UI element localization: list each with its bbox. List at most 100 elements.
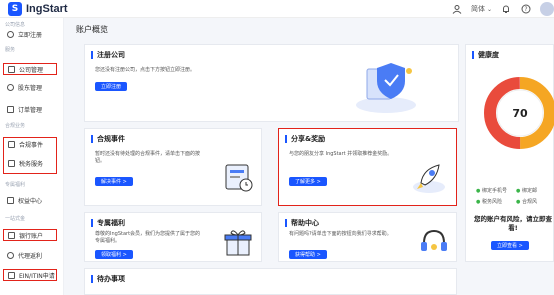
title-accent-bar (91, 275, 93, 283)
card-title: 分享&奖励 (291, 135, 326, 143)
compliance-events-card: 合规事件 暂时还没有待处理的合规事件，请单击下面的按钮。 解决事件 > (84, 128, 262, 206)
sidebar-item-label: 订单管理 (18, 106, 43, 114)
gift-icon (7, 196, 14, 204)
sidebar-item-shareholders[interactable]: 股东管理 (3, 81, 57, 93)
legend-dot-icon: ● (516, 188, 521, 194)
title-accent-bar (472, 51, 474, 59)
id-card-icon (8, 271, 15, 279)
sidebar-item-company-mgmt[interactable]: 公司管理 (3, 63, 57, 75)
card-title-wrap: 帮助中心 (285, 218, 319, 228)
people-icon (7, 83, 14, 91)
shield-illustration-icon (356, 63, 416, 113)
card-title-wrap: 待办事项 (91, 274, 125, 284)
language-label: 简体 (470, 5, 485, 13)
sidebar: 公司信息 立即注册 服务 公司管理 股东管理 订单管理 合规业务 合规事件 税务… (0, 18, 64, 295)
top-bar: S IngStart 简体 ⌄ ? (0, 0, 554, 18)
title-accent-bar (285, 135, 287, 143)
gift-box-illustration-icon (224, 230, 252, 256)
view-now-button[interactable]: 立即查看 > (491, 241, 529, 250)
legend-label: 合规风 (521, 199, 537, 205)
legend-dot-icon: ● (476, 199, 481, 205)
avatar[interactable] (540, 2, 554, 16)
sidebar-item-compliance[interactable]: 合规事件 (8, 140, 43, 149)
title-accent-bar (91, 219, 93, 227)
card-description: 暂时还没有待处理的合规事件，请单击下面的按钮。 (95, 151, 201, 164)
card-title: 合规事件 (97, 135, 125, 143)
sidebar-item-label: 税务服务 (19, 161, 44, 168)
health-score: 70 (512, 107, 528, 120)
share-reward-card: 分享&奖励 与您的朋友分享 IngStart 并领取推荐金奖励。 了解更多 > (278, 128, 457, 206)
todo-card: 待办事项 (84, 268, 457, 295)
card-title-wrap: 分享&奖励 (285, 134, 325, 144)
sidebar-item-label: 公司管理 (19, 66, 44, 74)
sidebar-item-rights-center[interactable]: 权益中心 (3, 194, 57, 206)
register-now-button[interactable]: 立即注册 (95, 82, 128, 91)
legend-item: ● 税务风险 (476, 198, 516, 205)
card-description: 与您的朋友分享 IngStart 并领取推荐金奖励。 (289, 151, 393, 157)
bank-icon (8, 231, 15, 239)
sidebar-section-service: 服务 (5, 47, 16, 53)
order-icon (7, 105, 14, 113)
title-accent-bar (91, 135, 93, 143)
help-icon[interactable]: ? (520, 3, 532, 15)
card-title: 注册公司 (97, 51, 125, 59)
card-title-wrap: 专属福利 (91, 218, 125, 228)
sidebar-item-label: 银行账户 (19, 232, 44, 240)
sidebar-item-label: EIN/ITIN申请 (19, 272, 55, 280)
chevron-down-icon: ⌄ (486, 5, 492, 13)
sidebar-group-compliance-tax: 合规事件 税务服务 (3, 137, 57, 174)
rebate-icon (7, 251, 14, 259)
register-company-card: 注册公司 您还没有注册公司，点击下方按钮立即注册。 立即注册 (84, 44, 459, 122)
legend-label: 绑定邮 (521, 188, 537, 194)
card-title-wrap: 健康度 (472, 50, 499, 60)
claim-benefits-button[interactable]: 领取福利 > (95, 250, 133, 259)
card-title: 待办事项 (97, 275, 125, 283)
tax-icon (8, 160, 15, 167)
sidebar-item-orders[interactable]: 订单管理 (3, 103, 57, 115)
rocket-illustration-icon (413, 164, 445, 193)
legend-dot-icon: ● (516, 199, 521, 205)
resolve-events-button[interactable]: 解决事件 > (95, 177, 133, 186)
sidebar-item-label: 权益中心 (18, 197, 43, 205)
title-accent-bar (91, 51, 93, 59)
document-icon (8, 141, 15, 148)
legend-item: ● 合规风 (516, 198, 554, 205)
sidebar-item-label: 立即注册 (18, 31, 43, 39)
card-title: 专属福利 (97, 219, 125, 227)
sidebar-item-rebate[interactable]: 代理返利 (3, 249, 57, 261)
sidebar-section-compliance: 合规业务 (5, 123, 26, 129)
legend-item: ● 绑定手机号 (476, 187, 516, 194)
title-accent-bar (285, 219, 287, 227)
page-title: 账户概览 (76, 25, 108, 34)
main-content: 账户概览 注册公司 您还没有注册公司，点击下方按钮立即注册。 立即注册 合规事件… (64, 18, 554, 295)
support-illustration-icon (421, 229, 447, 251)
sidebar-section-benefits: 专属福利 (5, 182, 26, 188)
avatar-small-icon[interactable] (451, 3, 463, 15)
legend-item: ● 绑定邮 (516, 187, 554, 194)
language-select[interactable]: 简体 ⌄ (471, 4, 492, 14)
calendar-illustration-icon (225, 164, 253, 192)
bell-icon[interactable] (500, 3, 512, 15)
health-donut-chart: 70 (484, 77, 554, 149)
sidebar-item-label: 合规事件 (19, 142, 44, 149)
card-description: 有问题吗?请单击下面的按钮向我们寻求帮助。 (289, 231, 392, 237)
card-title-wrap: 合规事件 (91, 134, 125, 144)
sidebar-item-ein-itin[interactable]: EIN/ITIN申请 (3, 269, 57, 281)
exclusive-benefits-card: 专属福利 尊敬的IngStart会员，我们为您提供了属于您的专属福利。 领取福利… (84, 212, 262, 262)
user-icon (7, 30, 14, 38)
learn-more-button[interactable]: 了解更多 > (289, 177, 327, 186)
card-title: 帮助中心 (291, 219, 319, 227)
sidebar-section-company: 公司信息 (5, 22, 26, 28)
app-name: IngStart (26, 3, 68, 15)
sidebar-item-bank-account[interactable]: 银行账户 (3, 229, 57, 241)
get-help-button[interactable]: 获得帮助 > (289, 250, 327, 259)
sidebar-item-register[interactable]: 立即注册 (3, 28, 57, 40)
legend-label: 绑定手机号 (481, 188, 507, 194)
card-title-wrap: 注册公司 (91, 50, 125, 60)
legend-dot-icon: ● (476, 188, 481, 194)
app-logo[interactable]: S IngStart (8, 2, 68, 16)
sidebar-item-tax[interactable]: 税务服务 (8, 159, 43, 168)
sidebar-section-finance: 一站式金 (5, 216, 26, 222)
risk-warning-text: 您的账户有风险，请立即查看! (474, 215, 552, 232)
top-right-controls: 简体 ⌄ ? (451, 2, 554, 16)
